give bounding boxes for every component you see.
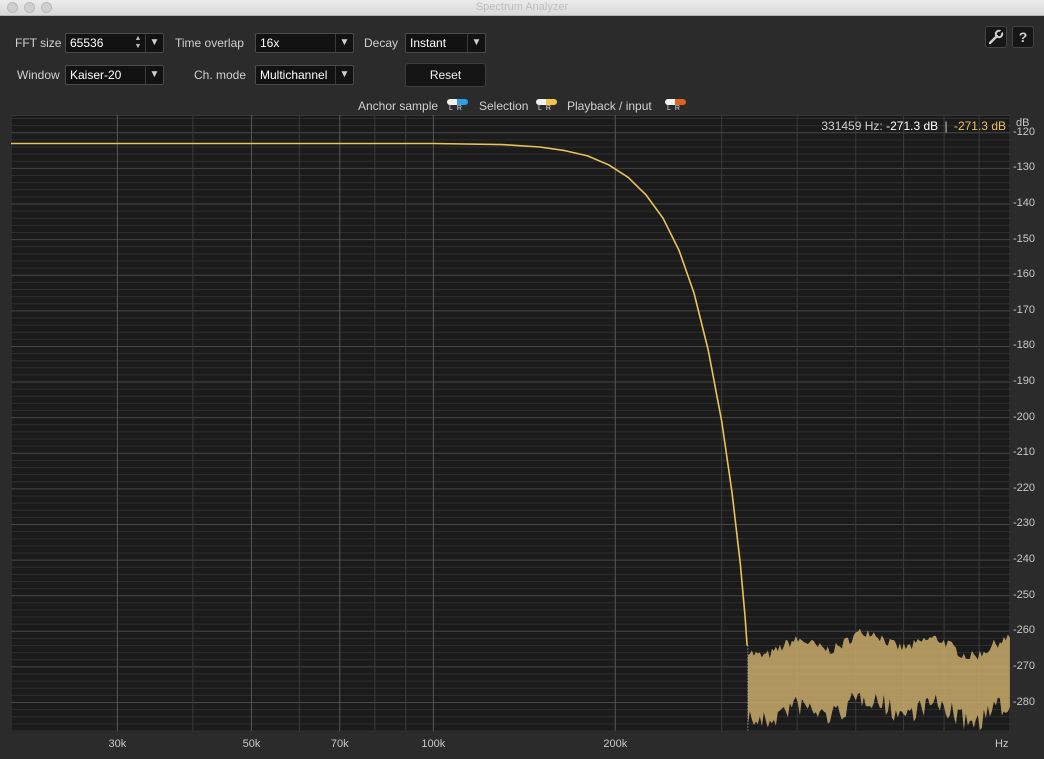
fft-size-stepper-icon[interactable]: ▲ ▼ — [132, 34, 144, 52]
y-tick-label: -280 — [1013, 695, 1036, 708]
time-overlap-label: Time overlap — [175, 36, 244, 50]
time-overlap-value: 16x — [260, 36, 280, 50]
decay-label: Decay — [364, 36, 399, 50]
time-overlap-select[interactable]: 16x ▼ — [255, 33, 354, 53]
spectrum-plot[interactable] — [11, 115, 1010, 731]
time-overlap-dropdown-icon[interactable]: ▼ — [335, 34, 353, 52]
x-tick-label: 70k — [330, 738, 349, 750]
playback-lr-text: LR — [667, 105, 684, 112]
anchor-sample-swatch: LR — [447, 99, 468, 113]
x-tick-label: 200k — [603, 738, 628, 750]
window-label: Window — [17, 68, 60, 82]
ch-mode-value: Multichannel — [260, 68, 328, 82]
fft-size-dropdown-icon[interactable]: ▼ — [145, 34, 163, 52]
y-tick-label: -200 — [1013, 410, 1036, 423]
selection-lr-text: LR — [538, 105, 555, 112]
x-tick-label: 30k — [108, 738, 127, 750]
spectrum-plot-svg[interactable] — [11, 115, 1010, 731]
x-tick-label: 50k — [242, 738, 261, 750]
y-tick-label: -150 — [1013, 232, 1036, 245]
selection-swatch: LR — [536, 99, 557, 113]
help-button[interactable]: ? — [1012, 26, 1034, 48]
cursor-readout: 331459 Hz: -271.3 dB | -271.3 dB — [821, 119, 1006, 133]
fft-size-label: FFT size — [15, 36, 62, 50]
x-axis-unit: Hz — [995, 738, 1009, 750]
y-tick-label: -160 — [1013, 268, 1036, 281]
anchor-sample-label: Anchor sample — [358, 99, 439, 113]
window-select[interactable]: Kaiser-20 ▼ — [65, 65, 164, 85]
decay-value: Instant — [410, 36, 447, 50]
playback-input-swatch: LR — [665, 99, 686, 113]
readout-value-left: -271.3 dB — [886, 119, 939, 133]
y-tick-label: -140 — [1013, 197, 1036, 210]
readout-frequency: 331459 Hz: — [821, 119, 883, 133]
y-tick-label: -220 — [1013, 481, 1036, 494]
y-tick-label: -250 — [1013, 588, 1036, 601]
y-tick-label: -120 — [1013, 125, 1036, 138]
fft-size-select[interactable]: 65536 ▲ ▼ ▼ — [65, 33, 164, 53]
y-tick-label: -180 — [1013, 339, 1036, 352]
window-title: Spectrum Analyzer — [475, 1, 569, 13]
x-tick-label: 100k — [421, 738, 446, 750]
wrench-icon — [988, 29, 1004, 45]
y-tick-label: -130 — [1013, 161, 1036, 174]
settings-button[interactable] — [985, 26, 1007, 48]
y-tick-label: -270 — [1013, 659, 1036, 672]
y-tick-label: -170 — [1013, 303, 1036, 316]
readout-separator: | — [944, 119, 948, 133]
decay-select[interactable]: Instant ▼ — [405, 33, 486, 53]
y-tick-label: -210 — [1013, 446, 1036, 459]
playback-input-label: Playback / input — [567, 99, 652, 113]
decay-dropdown-icon[interactable]: ▼ — [467, 34, 485, 52]
window-value: Kaiser-20 — [70, 68, 122, 82]
y-tick-label: -260 — [1013, 624, 1036, 637]
y-tick-label: -190 — [1013, 375, 1036, 388]
reset-button[interactable]: Reset — [405, 63, 486, 87]
fft-size-value: 65536 — [70, 36, 104, 50]
y-tick-label: -230 — [1013, 517, 1036, 530]
ch-mode-select[interactable]: Multichannel ▼ — [255, 65, 354, 85]
readout-value-right: -271.3 dB — [953, 119, 1006, 133]
ch-mode-dropdown-icon[interactable]: ▼ — [335, 66, 353, 84]
selection-label: Selection — [479, 99, 529, 113]
title-bar: Spectrum Analyzer — [0, 0, 1044, 16]
window-dropdown-icon[interactable]: ▼ — [145, 66, 163, 84]
ch-mode-label: Ch. mode — [194, 68, 247, 82]
y-tick-label: -240 — [1013, 553, 1036, 566]
anchor-lr-text: LR — [449, 105, 466, 112]
